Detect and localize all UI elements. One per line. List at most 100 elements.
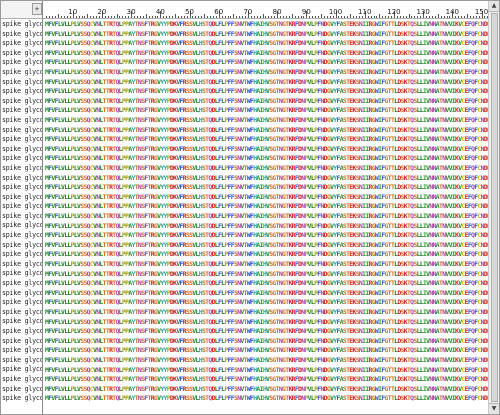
ruler-tick [437,14,439,18]
sequence-row[interactable]: MFVFLVLLPLVSSQCVNLTTRTQLPPAYTNSFTRGVYYPD… [45,87,490,97]
ruler-tick [484,16,486,18]
ruler-tick [174,14,176,18]
sequence-name[interactable]: spike glycop [2,68,42,78]
sequence-row[interactable]: MFVFLVLLPLVSSQCVNLTTRTQLPPAYTNSFTRGVYYPD… [45,145,490,155]
sequence-row[interactable]: MFVFLVLLPLVSSQCVNLTTRTQLPPAYTNSFTRGVYYPD… [45,116,490,126]
ruler-label: 100 [328,8,343,16]
sequence-name[interactable]: spike glycop [2,250,42,260]
sequence-name[interactable]: spike glycop [2,183,42,193]
sequence-name[interactable]: spike glycop [2,39,42,49]
sequence-row[interactable]: MFVFLVLLPLVSSQCVNLTTRTQLPPAYTNSFTRGVYYPD… [45,135,490,145]
sequence-name[interactable]: spike glycop [2,385,42,395]
ruler-tick [142,16,144,18]
sequence-row[interactable]: MFVFLVLLPLVSSQCVNLTTRTQLPPAYTNSFTRGVYYPD… [45,174,490,184]
sequence-row[interactable]: MFVFLVLLPLVSSQCVNLTTRTQLPPAYTNSFTRGVYYPD… [45,250,490,260]
sequence-row[interactable]: MFVFLVLLPLVSSQCVNLTTRTQLPPAYTNSFTRGVYYPD… [45,106,490,116]
sequence-name[interactable]: spike glycop [2,375,42,385]
sequence-name[interactable]: spike glycop [2,174,42,184]
sequence-name[interactable]: spike glycop [2,126,42,136]
sequence-row[interactable]: MFVFLVLLPLVSSQCVNLTTRTQLPPAYTNSFTRGVYYPD… [45,30,490,40]
ruler-tick [282,16,284,18]
sequence-name[interactable]: spike glycop [2,58,42,68]
sequence-row[interactable]: MFVFLVLLPLVSSQCVNLTTRTQLPPAYTNSFTRGVYYPD… [45,222,490,232]
sequence-name[interactable]: spike glycop [2,49,42,59]
sequence-name[interactable]: spike glycop [2,97,42,107]
ruler-tick [46,16,48,18]
sequence-name[interactable]: spike glycop [2,394,42,404]
sequence-row[interactable]: MFVFLVLLPLVSSQCVNLTTRTQLPPAYTNSFTRGVYYPD… [45,308,490,318]
ruler-tick [139,16,141,18]
ruler-tick [242,16,244,18]
sequence-name[interactable]: spike glycop [2,154,42,164]
panel-corner: + [1,1,42,19]
sequence-row[interactable]: MFVFLVLLPLVSSQCVNLTTRTQLPPAYTNSFTRGVYYPD… [45,318,490,328]
sequence-row[interactable]: MFVFLVLLPLVSSQCVNLTTRTQLPPAYTNSFTRGVYYPD… [45,20,490,30]
sequence-name[interactable]: spike glycop [2,212,42,222]
sequence-row[interactable]: MFVFLVLLPLVSSQCVNLTTRTQLPPAYTNSFTRGVYYPD… [45,58,490,68]
sequence-row[interactable]: MFVFLVLLPLVSSQCVNLTTRTQLPPAYTNSFTRGVYYPD… [45,270,490,280]
ruler-tick [207,16,209,18]
ruler-tick [294,16,296,18]
sequence-name[interactable]: spike glycop [2,116,42,126]
sequence-name[interactable]: spike glycop [2,298,42,308]
sequence-name[interactable]: spike glycop [2,20,42,30]
sequence-row[interactable]: MFVFLVLLPLVSSQCVNLTTRTQLPPAYTNSFTRGVYYPD… [45,78,490,88]
sequence-row[interactable]: MFVFLVLLPLVSSQCVNLTTRTQLPPAYTNSFTRGVYYPD… [45,68,490,78]
ruler-tick [361,16,363,18]
ruler-tick [341,16,343,18]
ruler-tick [172,16,174,18]
sequence-name-panel: + spike glycopspike glycopspike glycopsp… [1,1,43,414]
ruler-tick [66,16,68,18]
sequence-row[interactable]: MFVFLVLLPLVSSQCVNLTTRTQLPPAYTNSFTRGVYYPD… [45,126,490,136]
ruler-tick [312,16,314,18]
ruler-tick [262,14,264,18]
sequence-row[interactable]: MFVFLVLLPLVSSQCVNLTTRTQLPPAYTNSFTRGVYYPD… [45,183,490,193]
sequence-name[interactable]: spike glycop [2,30,42,40]
sequence-row[interactable]: MFVFLVLLPLVSSQCVNLTTRTQLPPAYTNSFTRGVYYPD… [45,49,490,59]
sequence-name[interactable]: spike glycop [2,87,42,97]
ruler-label: 70 [243,8,253,16]
sequence-name[interactable]: spike glycop [2,202,42,212]
sequence-row[interactable]: MFVFLVLLPLVSSQCVNLTTRTQLPPAYTNSFTRGVYYPD… [45,97,490,107]
sequence-name[interactable]: spike glycop [2,164,42,174]
sequence-row[interactable]: MFVFLVLLPLVSSQCVNLTTRTQLPPAYTNSFTRGVYYPD… [45,193,490,203]
sequence-name[interactable]: spike glycop [2,260,42,270]
sequence-name[interactable]: spike glycop [2,221,42,231]
expand-button[interactable]: + [32,3,42,15]
sequence-name[interactable]: spike glycop [2,279,42,289]
sequence-row[interactable]: MFVFLVLLPLVSSQCVNLTTRTQLPPAYTNSFTRGVYYPD… [45,154,490,164]
sequence-row[interactable]: MFVFLVLLPLVSSQCVNLTTRTQLPPAYTNSFTRGVYYPD… [45,289,490,299]
sequence-name[interactable]: spike glycop [2,356,42,366]
ruler-label: 80 [272,8,282,16]
sequence-name[interactable]: spike glycop [2,289,42,299]
sequence-name[interactable]: spike glycop [2,145,42,155]
sequence-name[interactable]: spike glycop [2,231,42,241]
sequence-name[interactable]: spike glycop [2,327,42,337]
sequence-row[interactable]: MFVFLVLLPLVSSQCVNLTTRTQLPPAYTNSFTRGVYYPD… [45,279,490,289]
sequence-name[interactable]: spike glycop [2,346,42,356]
sequence-name[interactable]: spike glycop [2,365,42,375]
ruler-tick [245,16,247,18]
sequence-name[interactable]: spike glycop [2,337,42,347]
alignment-grid[interactable]: MFVFLVLLPLVSSQCVNLTTRTQLPPAYTNSFTRGVYYPD… [43,20,490,413]
sequence-row[interactable]: MFVFLVLLPLVSSQCVNLTTRTQLPPAYTNSFTRGVYYPD… [45,202,490,212]
sequence-name[interactable]: spike glycop [2,135,42,145]
sequence-row[interactable]: MFVFLVLLPLVSSQCVNLTTRTQLPPAYTNSFTRGVYYPD… [45,212,490,222]
sequence-row[interactable]: MFVFLVLLPLVSSQCVNLTTRTQLPPAYTNSFTRGVYYPD… [45,241,490,251]
ruler-tick [239,16,241,18]
sequence-name[interactable]: spike glycop [2,106,42,116]
sequence-name[interactable]: spike glycop [2,193,42,203]
sequence-name[interactable]: spike glycop [2,241,42,251]
sequence-name[interactable]: spike glycop [2,269,42,279]
ruler-tick [475,16,477,18]
sequence-name[interactable]: spike glycop [2,308,42,318]
sequence-name[interactable]: spike glycop [2,317,42,327]
sequence-row[interactable]: MFVFLVLLPLVSSQCVNLTTRTQLPPAYTNSFTRGVYYPD… [45,260,490,270]
sequence-name[interactable]: spike glycop [2,78,42,88]
sequence-row[interactable]: MFVFLVLLPLVSSQCVNLTTRTQLPPAYTNSFTRGVYYPD… [45,298,490,308]
sequence-row[interactable]: MFVFLVLLPLVSSQCVNLTTRTQLPPAYTNSFTRGVYYPD… [45,164,490,174]
sequence-row[interactable]: MFVFLVLLPLVSSQCVNLTTRTQLPPAYTNSFTRGVYYPD… [45,231,490,241]
ruler-tick [55,16,57,18]
ruler-tick [84,16,86,18]
sequence-row[interactable]: MFVFLVLLPLVSSQCVNLTTRTQLPPAYTNSFTRGVYYPD… [45,39,490,49]
